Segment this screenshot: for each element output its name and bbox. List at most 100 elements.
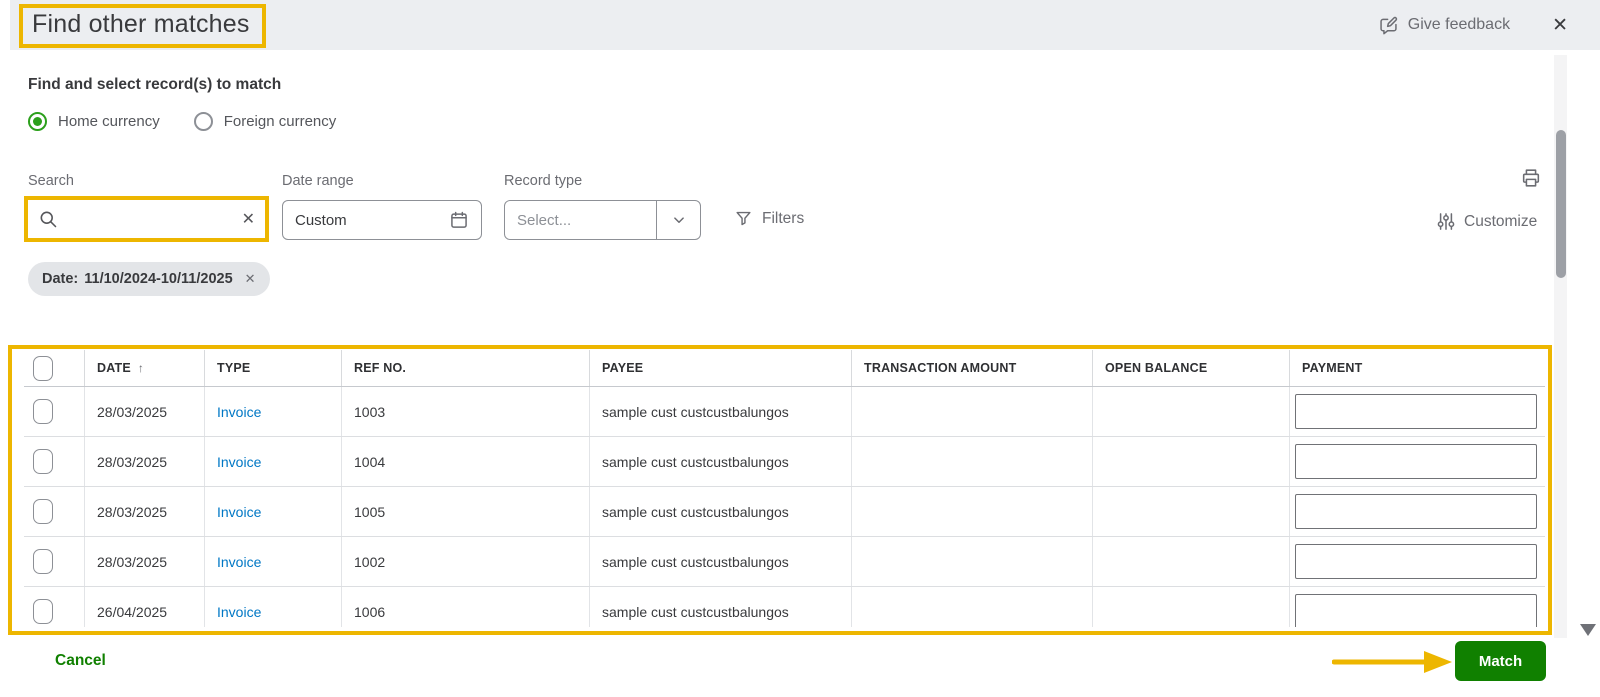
row-checkbox[interactable]: [33, 499, 53, 524]
row-checkbox-cell: [24, 587, 85, 627]
radio-foreign-currency-label: Foreign currency: [223, 113, 337, 130]
table-row: 26/04/2025 Invoice 1006 sample cust cust…: [24, 587, 1545, 627]
cell-date: 28/03/2025: [85, 387, 205, 436]
scrollbar-down-arrow-icon[interactable]: [1580, 624, 1596, 636]
cell-open-balance: [1093, 587, 1290, 627]
search-icon: [38, 209, 59, 230]
payment-input[interactable]: [1295, 494, 1537, 529]
cell-ref-no: 1005: [342, 487, 590, 536]
record-type-select[interactable]: Select...: [504, 200, 701, 240]
cell-payment: [1290, 537, 1545, 586]
row-checkbox-cell: [24, 537, 85, 586]
annotation-arrow-icon: [1332, 651, 1452, 673]
radio-selected-icon[interactable]: [28, 112, 47, 131]
find-other-matches-dialog: Find other matches Give feedback ✕ Find …: [0, 0, 1600, 697]
feedback-pencil-bubble-icon: [1378, 15, 1399, 36]
cell-ref-no: 1004: [342, 437, 590, 486]
cell-type: Invoice: [205, 487, 342, 536]
cell-type: Invoice: [205, 537, 342, 586]
invoice-link[interactable]: Invoice: [217, 404, 261, 420]
sliders-icon: [1437, 212, 1455, 231]
cell-transaction-amount: [852, 537, 1093, 586]
cell-transaction-amount: [852, 487, 1093, 536]
cell-date: 28/03/2025: [85, 487, 205, 536]
cell-ref-no: 1002: [342, 537, 590, 586]
table-header-row: DATE ↑ TYPE REF NO. PAYEE TRANSACTION AM…: [24, 350, 1545, 387]
match-button[interactable]: Match: [1455, 641, 1546, 681]
title-highlight-box: Find other matches: [19, 4, 266, 48]
column-header-ref-no[interactable]: REF NO.: [342, 350, 590, 386]
date-range-select[interactable]: Custom: [282, 200, 482, 240]
row-checkbox-cell: [24, 437, 85, 486]
invoice-link[interactable]: Invoice: [217, 554, 261, 570]
scrollbar-thumb[interactable]: [1556, 130, 1566, 278]
radio-unselected-icon[interactable]: [193, 112, 213, 131]
invoice-link[interactable]: Invoice: [217, 604, 261, 620]
radio-home-currency[interactable]: Home currency: [28, 112, 160, 131]
search-highlight-box: ✕: [24, 196, 269, 242]
payment-input[interactable]: [1295, 544, 1537, 579]
table-row: 28/03/2025 Invoice 1005 sample cust cust…: [24, 487, 1545, 537]
chip-close-icon[interactable]: ✕: [245, 271, 256, 287]
cell-type: Invoice: [205, 387, 342, 436]
payment-input[interactable]: [1295, 594, 1537, 627]
currency-radio-group: Home currency Foreign currency: [28, 112, 336, 131]
record-type-value: Select...: [517, 211, 572, 229]
row-checkbox[interactable]: [33, 549, 53, 574]
chip-value: 11/10/2024-10/11/2025: [84, 271, 233, 287]
date-range-value: Custom: [295, 211, 347, 229]
cell-payment: [1290, 437, 1545, 486]
payment-input[interactable]: [1295, 444, 1537, 479]
give-feedback-button[interactable]: Give feedback: [1378, 15, 1510, 36]
cell-payee: sample cust custcustbalungos: [590, 437, 852, 486]
chevron-down-icon: [673, 217, 684, 223]
customize-button[interactable]: Customize: [1437, 212, 1537, 231]
funnel-icon: [734, 209, 753, 228]
payment-input[interactable]: [1295, 394, 1537, 429]
radio-foreign-currency[interactable]: Foreign currency: [193, 112, 337, 131]
cell-ref-no: 1003: [342, 387, 590, 436]
row-checkbox[interactable]: [33, 599, 53, 624]
cell-ref-no: 1006: [342, 587, 590, 627]
chip-prefix: Date:: [42, 271, 79, 287]
invoice-link[interactable]: Invoice: [217, 454, 261, 470]
invoice-link[interactable]: Invoice: [217, 504, 261, 520]
cell-payee: sample cust custcustbalungos: [590, 587, 852, 627]
filters-button[interactable]: Filters: [734, 209, 804, 228]
print-icon[interactable]: [1520, 167, 1542, 189]
search-input[interactable]: [67, 210, 242, 228]
cell-transaction-amount: [852, 387, 1093, 436]
table-row: 28/03/2025 Invoice 1003 sample cust cust…: [24, 387, 1545, 437]
close-icon[interactable]: ✕: [1552, 16, 1568, 35]
cell-payment: [1290, 487, 1545, 536]
cell-payment: [1290, 387, 1545, 436]
column-header-payee[interactable]: PAYEE: [590, 350, 852, 386]
row-checkbox[interactable]: [33, 399, 53, 424]
row-checkbox[interactable]: [33, 449, 53, 474]
customize-label: Customize: [1464, 212, 1538, 230]
radio-home-currency-label: Home currency: [58, 113, 160, 130]
select-all-cell: [24, 350, 85, 386]
column-header-transaction-amount[interactable]: TRANSACTION AMOUNT: [852, 350, 1093, 386]
select-all-checkbox[interactable]: [33, 355, 53, 381]
record-type-label: Record type: [504, 173, 583, 189]
date-range-label: Date range: [282, 173, 354, 189]
record-type-dropdown-toggle[interactable]: [656, 201, 700, 239]
column-header-type[interactable]: TYPE: [205, 350, 342, 386]
table-row: 28/03/2025 Invoice 1002 sample cust cust…: [24, 537, 1545, 587]
give-feedback-label: Give feedback: [1407, 16, 1511, 33]
calendar-icon[interactable]: [449, 210, 469, 230]
date-filter-chip: Date: 11/10/2024-10/11/2025 ✕: [28, 262, 270, 296]
column-header-date[interactable]: DATE ↑: [85, 350, 205, 386]
cell-payment: [1290, 587, 1545, 627]
column-header-payment[interactable]: PAYMENT: [1290, 350, 1545, 386]
column-header-open-balance[interactable]: OPEN BALANCE: [1093, 350, 1290, 386]
cell-date: 28/03/2025: [85, 437, 205, 486]
row-checkbox-cell: [24, 387, 85, 436]
cell-type: Invoice: [205, 587, 342, 627]
row-checkbox-cell: [24, 487, 85, 536]
search-clear-icon[interactable]: ✕: [242, 209, 255, 229]
cancel-button[interactable]: Cancel: [55, 652, 106, 670]
cell-payee: sample cust custcustbalungos: [590, 387, 852, 436]
cell-transaction-amount: [852, 587, 1093, 627]
